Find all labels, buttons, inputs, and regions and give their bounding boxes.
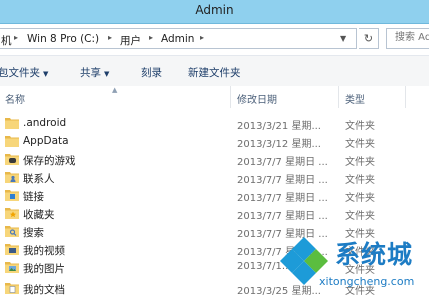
file-name: 保存的游戏: [23, 155, 76, 167]
folder-icon: [5, 136, 19, 147]
file-row[interactable]: 收藏夹 2013/7/7 星期日 ... 文件夹: [0, 204, 429, 222]
breadcrumb-admin[interactable]: Admin: [161, 33, 194, 45]
share-label: 共享: [80, 67, 101, 79]
title-bar[interactable]: Admin: [0, 0, 429, 24]
column-divider[interactable]: [230, 86, 231, 108]
breadcrumb-users[interactable]: 用户: [120, 33, 141, 48]
column-divider[interactable]: [338, 86, 339, 108]
breadcrumb-drive[interactable]: Win 8 Pro (C:): [27, 33, 99, 45]
watermark-brand: 系统城: [335, 240, 414, 269]
file-name: 我的视频: [23, 245, 65, 257]
column-divider[interactable]: [405, 86, 406, 108]
videos-icon: [5, 244, 19, 255]
chevron-down-icon: ▼: [43, 70, 49, 78]
address-dropdown-icon[interactable]: ▼: [340, 34, 346, 43]
file-name: 收藏夹: [23, 209, 55, 221]
window-title: Admin: [195, 3, 234, 17]
file-name: 链接: [23, 191, 44, 203]
documents-icon: [5, 283, 19, 294]
sort-ascending-icon: ▲: [112, 86, 118, 94]
new-folder-button[interactable]: 新建文件夹: [188, 65, 241, 80]
file-type: 文件夹: [345, 139, 375, 150]
file-type: 文件夹: [345, 157, 375, 168]
watermark-url: xitongcheng.com: [319, 275, 415, 288]
searches-icon: [5, 226, 19, 237]
file-name: 联系人: [23, 173, 55, 185]
pictures-icon: [5, 262, 19, 273]
column-header-type[interactable]: 类型: [345, 91, 365, 106]
breadcrumb-separator-icon[interactable]: ▸: [200, 33, 204, 42]
search-input[interactable]: [387, 29, 429, 43]
file-name: 我的图片: [23, 263, 65, 275]
address-row: 机 ▸ Win 8 Pro (C:) ▸ 用户 ▸ Admin ▸ ▼ ↻: [0, 24, 429, 54]
address-bar[interactable]: 机 ▸ Win 8 Pro (C:) ▸ 用户 ▸ Admin ▸ ▼: [0, 28, 357, 49]
search-box[interactable]: [386, 28, 429, 49]
file-row[interactable]: 链接 2013/7/7 星期日 ... 文件夹: [0, 186, 429, 204]
file-date: 2013/3/21 星期...: [237, 121, 321, 132]
saved-games-icon: [5, 154, 19, 165]
watermark: 系统城 xitongcheng.com: [275, 232, 429, 292]
file-type: 文件夹: [345, 211, 375, 222]
column-header-row: ▲ 名称 修改日期 类型: [0, 86, 429, 108]
refresh-button[interactable]: ↻: [359, 28, 379, 49]
organize-label: 包文件夹: [0, 67, 40, 79]
file-type: 文件夹: [345, 193, 375, 204]
file-name: AppData: [23, 135, 69, 147]
file-date: 2013/7/7 星期日 ...: [237, 157, 328, 168]
breadcrumb-separator-icon[interactable]: ▸: [149, 33, 153, 42]
breadcrumb-separator-icon[interactable]: ▸: [14, 33, 18, 42]
column-header-name[interactable]: 名称: [5, 91, 25, 106]
file-type: 文件夹: [345, 121, 375, 132]
file-date: 2013/7/7 星期日 ...: [237, 175, 328, 186]
command-bar: 包文件夹 ▼ 共享 ▼ 刻录 新建文件夹: [0, 55, 429, 87]
breadcrumb-separator-icon[interactable]: ▸: [108, 33, 112, 42]
refresh-icon: ↻: [363, 32, 374, 45]
organize-button[interactable]: 包文件夹 ▼: [0, 65, 48, 80]
file-name: 我的文档: [23, 284, 65, 296]
favorites-icon: [5, 208, 19, 219]
file-row[interactable]: 联系人 2013/7/7 星期日 ... 文件夹: [0, 168, 429, 186]
file-date: 2013/3/12 星期...: [237, 139, 321, 150]
file-date: 2013/7/7 星期日 ...: [237, 211, 328, 222]
links-icon: [5, 190, 19, 201]
folder-icon: [5, 118, 19, 129]
file-type: 文件夹: [345, 175, 375, 186]
file-date: 2013/7/7 星期日 ...: [237, 193, 328, 204]
share-button[interactable]: 共享 ▼: [80, 65, 109, 80]
file-row[interactable]: .android 2013/3/21 星期... 文件夹: [0, 114, 429, 132]
chevron-down-icon: ▼: [104, 70, 110, 78]
column-header-date[interactable]: 修改日期: [237, 91, 277, 106]
file-name: 搜索: [23, 227, 44, 239]
breadcrumb-computer[interactable]: 机: [1, 33, 12, 48]
contacts-icon: [5, 172, 19, 183]
file-name: .android: [23, 117, 67, 129]
file-row[interactable]: AppData 2013/3/12 星期... 文件夹: [0, 132, 429, 150]
file-row[interactable]: 保存的游戏 2013/7/7 星期日 ... 文件夹: [0, 150, 429, 168]
burn-button[interactable]: 刻录: [141, 65, 162, 80]
